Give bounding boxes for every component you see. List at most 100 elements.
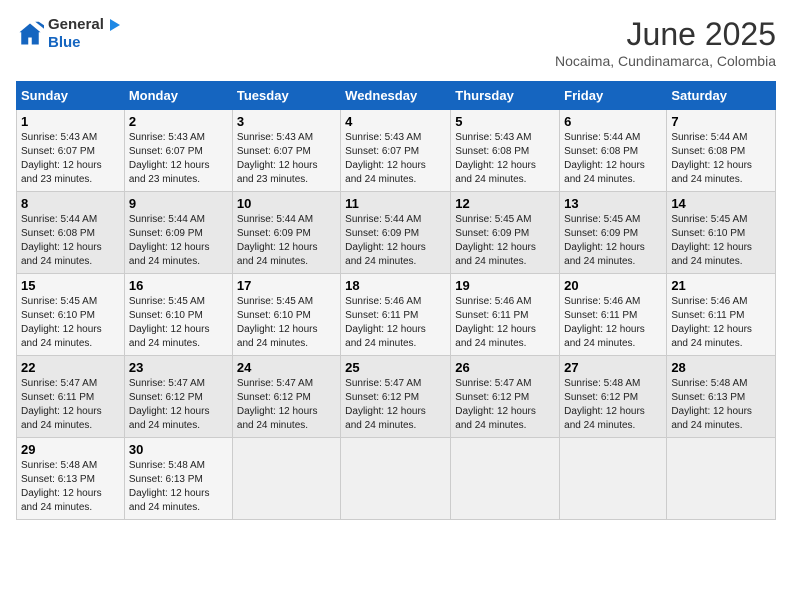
day-info: Sunrise: 5:46 AMSunset: 6:11 PMDaylight:… (455, 296, 536, 349)
day-info: Sunrise: 5:45 AMSunset: 6:10 PMDaylight:… (237, 296, 318, 349)
calendar-cell: 9 Sunrise: 5:44 AMSunset: 6:09 PMDaylight… (124, 192, 232, 274)
calendar-cell: 20Sunrise: 5:46 AMSunset: 6:11 PMDayligh… (560, 274, 667, 356)
calendar-cell: 29 Sunrise: 5:48 AMSunset: 6:13 PMDayligh… (17, 438, 125, 520)
day-number: 17 (237, 278, 336, 293)
col-tuesday: Tuesday (232, 82, 340, 110)
day-number: 10 (237, 196, 336, 211)
day-info: Sunrise: 5:47 AMSunset: 6:12 PMDaylight:… (129, 378, 210, 431)
calendar-cell: 4 Sunrise: 5:43 AMSunset: 6:07 PMDaylight… (341, 110, 451, 192)
calendar-cell: 16 Sunrise: 5:45 AMSunset: 6:10 PMDayligh… (124, 274, 232, 356)
day-number: 12 (455, 196, 555, 211)
calendar-cell: 11 Sunrise: 5:44 AMSunset: 6:09 PMDayligh… (341, 192, 451, 274)
day-number: 5 (455, 114, 555, 129)
day-number: 19 (455, 278, 555, 293)
day-info: Sunrise: 5:44 AMSunset: 6:08 PMDaylight:… (671, 132, 752, 185)
day-info: Sunrise: 5:45 AMSunset: 6:10 PMDaylight:… (671, 214, 752, 267)
col-friday: Friday (560, 82, 667, 110)
logo: GeneralBlue (16, 16, 122, 52)
day-info: Sunrise: 5:45 AMSunset: 6:10 PMDaylight:… (129, 296, 210, 349)
day-number: 4 (345, 114, 446, 129)
day-info: Sunrise: 5:43 AMSunset: 6:07 PMDaylight:… (345, 132, 426, 185)
calendar-cell: 28 Sunrise: 5:48 AMSunset: 6:13 PMDayligh… (667, 356, 776, 438)
calendar-cell: 6 Sunrise: 5:44 AMSunset: 6:08 PMDaylight… (560, 110, 667, 192)
calendar-cell: 18 Sunrise: 5:46 AMSunset: 6:11 PMDayligh… (341, 274, 451, 356)
col-sunday: Sunday (17, 82, 125, 110)
day-number: 27 (564, 360, 662, 375)
day-number: 21 (671, 278, 771, 293)
day-info: Sunrise: 5:47 AMSunset: 6:12 PMDaylight:… (237, 378, 318, 431)
day-info: Sunrise: 5:45 AMSunset: 6:09 PMDaylight:… (455, 214, 536, 267)
day-info: Sunrise: 5:44 AMSunset: 6:09 PMDaylight:… (129, 214, 210, 267)
day-info: Sunrise: 5:48 AMSunset: 6:13 PMDaylight:… (129, 460, 210, 513)
day-number: 16 (129, 278, 228, 293)
day-number: 9 (129, 196, 228, 211)
calendar-cell: 3 Sunrise: 5:43 AMSunset: 6:07 PMDaylight… (232, 110, 340, 192)
day-info: Sunrise: 5:44 AMSunset: 6:08 PMDaylight:… (564, 132, 645, 185)
calendar-cell: 13 Sunrise: 5:45 AMSunset: 6:09 PMDayligh… (560, 192, 667, 274)
calendar-cell: 26 Sunrise: 5:47 AMSunset: 6:12 PMDayligh… (451, 356, 560, 438)
logo-text: GeneralBlue (48, 16, 122, 52)
calendar-cell (451, 438, 560, 520)
calendar-cell: 24Sunrise: 5:47 AMSunset: 6:12 PMDayligh… (232, 356, 340, 438)
day-number: 18 (345, 278, 446, 293)
calendar-row-2: 8 Sunrise: 5:44 AMSunset: 6:08 PMDaylight… (17, 192, 776, 274)
day-number: 3 (237, 114, 336, 129)
calendar-cell: 22Sunrise: 5:47 AMSunset: 6:11 PMDayligh… (17, 356, 125, 438)
day-number: 13 (564, 196, 662, 211)
day-number: 14 (671, 196, 771, 211)
day-number: 25 (345, 360, 446, 375)
day-number: 1 (21, 114, 120, 129)
day-info: Sunrise: 5:47 AMSunset: 6:12 PMDaylight:… (455, 378, 536, 431)
calendar-cell: 23Sunrise: 5:47 AMSunset: 6:12 PMDayligh… (124, 356, 232, 438)
calendar-table: Sunday Monday Tuesday Wednesday Thursday… (16, 81, 776, 520)
day-number: 2 (129, 114, 228, 129)
calendar-cell: 14 Sunrise: 5:45 AMSunset: 6:10 PMDayligh… (667, 192, 776, 274)
calendar-title: June 2025 (555, 16, 776, 53)
day-number: 26 (455, 360, 555, 375)
day-info: Sunrise: 5:47 AMSunset: 6:11 PMDaylight:… (21, 378, 102, 431)
calendar-cell: 5Sunrise: 5:43 AMSunset: 6:08 PMDaylight… (451, 110, 560, 192)
day-info: Sunrise: 5:44 AMSunset: 6:08 PMDaylight:… (21, 214, 102, 267)
calendar-cell (667, 438, 776, 520)
col-wednesday: Wednesday (341, 82, 451, 110)
day-number: 6 (564, 114, 662, 129)
calendar-cell: 30 Sunrise: 5:48 AMSunset: 6:13 PMDayligh… (124, 438, 232, 520)
calendar-cell (232, 438, 340, 520)
calendar-cell: 27 Sunrise: 5:48 AMSunset: 6:12 PMDayligh… (560, 356, 667, 438)
calendar-cell: 19 Sunrise: 5:46 AMSunset: 6:11 PMDayligh… (451, 274, 560, 356)
day-number: 20 (564, 278, 662, 293)
day-info: Sunrise: 5:43 AMSunset: 6:07 PMDaylight:… (21, 132, 102, 185)
day-number: 30 (129, 442, 228, 457)
day-number: 11 (345, 196, 446, 211)
day-info: Sunrise: 5:45 AMSunset: 6:10 PMDaylight:… (21, 296, 102, 349)
col-monday: Monday (124, 82, 232, 110)
day-info: Sunrise: 5:44 AMSunset: 6:09 PMDaylight:… (345, 214, 426, 267)
calendar-cell: 10Sunrise: 5:44 AMSunset: 6:09 PMDayligh… (232, 192, 340, 274)
calendar-row-1: 1 Sunrise: 5:43 AMSunset: 6:07 PMDaylight… (17, 110, 776, 192)
day-number: 8 (21, 196, 120, 211)
day-info: Sunrise: 5:47 AMSunset: 6:12 PMDaylight:… (345, 378, 426, 431)
day-number: 29 (21, 442, 120, 457)
logo-icon (16, 20, 44, 48)
day-info: Sunrise: 5:46 AMSunset: 6:11 PMDaylight:… (671, 296, 752, 349)
calendar-cell: 1 Sunrise: 5:43 AMSunset: 6:07 PMDaylight… (17, 110, 125, 192)
day-info: Sunrise: 5:43 AMSunset: 6:07 PMDaylight:… (237, 132, 318, 185)
day-info: Sunrise: 5:46 AMSunset: 6:11 PMDaylight:… (345, 296, 426, 349)
calendar-cell: 25 Sunrise: 5:47 AMSunset: 6:12 PMDayligh… (341, 356, 451, 438)
day-info: Sunrise: 5:48 AMSunset: 6:12 PMDaylight:… (564, 378, 645, 431)
calendar-cell: 12 Sunrise: 5:45 AMSunset: 6:09 PMDayligh… (451, 192, 560, 274)
day-number: 7 (671, 114, 771, 129)
calendar-subtitle: Nocaima, Cundinamarca, Colombia (555, 53, 776, 69)
logo-arrow-icon (106, 17, 122, 33)
day-number: 15 (21, 278, 120, 293)
day-info: Sunrise: 5:43 AMSunset: 6:07 PMDaylight:… (129, 132, 210, 185)
calendar-cell: 21 Sunrise: 5:46 AMSunset: 6:11 PMDayligh… (667, 274, 776, 356)
calendar-row-3: 15 Sunrise: 5:45 AMSunset: 6:10 PMDayligh… (17, 274, 776, 356)
calendar-cell: 2 Sunrise: 5:43 AMSunset: 6:07 PMDaylight… (124, 110, 232, 192)
calendar-cell: 8 Sunrise: 5:44 AMSunset: 6:08 PMDaylight… (17, 192, 125, 274)
day-info: Sunrise: 5:48 AMSunset: 6:13 PMDaylight:… (21, 460, 102, 513)
day-info: Sunrise: 5:45 AMSunset: 6:09 PMDaylight:… (564, 214, 645, 267)
day-number: 28 (671, 360, 771, 375)
day-info: Sunrise: 5:48 AMSunset: 6:13 PMDaylight:… (671, 378, 752, 431)
title-section: June 2025 Nocaima, Cundinamarca, Colombi… (555, 16, 776, 69)
